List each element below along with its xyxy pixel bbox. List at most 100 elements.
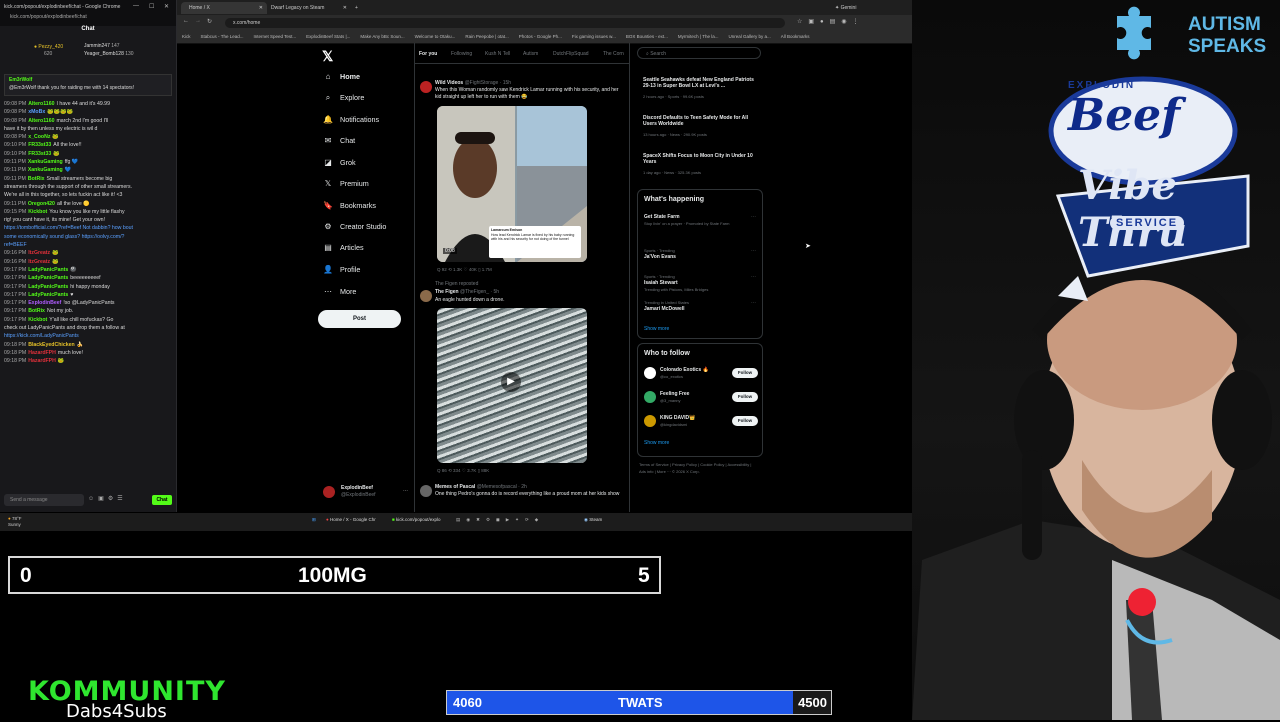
follow-button[interactable]: Follow — [732, 416, 758, 426]
taskbar-pinned-icons[interactable]: ▤◉✖⚙◼▶✦⟳◆ — [456, 517, 544, 523]
bookmark-item[interactable]: Stabcus - The Lead... — [201, 34, 244, 39]
message-username[interactable]: ExplodinBeef — [28, 300, 61, 306]
feed-tab[interactable]: For you — [419, 51, 437, 57]
follow-button[interactable]: Follow — [732, 392, 758, 402]
nav-grok[interactable]: ◪ Grok — [322, 158, 355, 167]
tab-home-x[interactable]: Home / X ✕ — [181, 2, 267, 14]
message-username[interactable]: XankuGaming — [28, 167, 63, 173]
show-more-link[interactable]: Show more — [644, 326, 669, 332]
nav-notifications[interactable]: 🔔 Notifications — [322, 115, 379, 124]
users-icon[interactable]: ☰ — [117, 496, 126, 502]
bookmark-item[interactable]: Welcome to Otaku... — [415, 34, 456, 39]
trend-item[interactable]: Get State Farm — [644, 214, 680, 220]
message-username[interactable]: HazardFPH — [28, 358, 56, 364]
feed-tab[interactable]: DutchFlipSquad — [553, 51, 589, 57]
message-username[interactable]: Altero1160 — [28, 101, 54, 107]
message-username[interactable]: BlackEyedChicken — [28, 342, 74, 348]
chat-input[interactable]: Send a message — [4, 494, 84, 506]
x-logo-icon[interactable]: 𝕏 — [322, 48, 333, 65]
feed-tab[interactable]: Autism — [523, 51, 538, 57]
trend-more-icon[interactable]: ⋯ — [751, 248, 756, 254]
post-button[interactable]: Post — [318, 310, 401, 328]
more-icon[interactable]: ⋯ — [403, 488, 408, 494]
news-title[interactable]: Seattle Seahawks defeat New England Patr… — [643, 77, 755, 89]
post-actions[interactable]: Q 86 ⟲ 334 ♡ 3.7K ▯ 88K — [437, 468, 489, 474]
message-username[interactable]: HazardFPH — [28, 350, 56, 356]
message-username[interactable]: Kickbot — [28, 209, 47, 215]
trend-more-icon[interactable]: ⋯ — [751, 274, 756, 280]
nav-creator-studio[interactable]: ⚙ Creator Studio — [322, 222, 386, 231]
show-more-link[interactable]: Show more — [644, 440, 669, 446]
nav-bookmarks[interactable]: 🔖 Bookmarks — [322, 201, 376, 210]
bookmark-item[interactable]: Kick — [182, 34, 191, 39]
message-username[interactable]: FR33st33 — [28, 151, 51, 157]
gif-icon[interactable]: ▣ — [98, 496, 108, 502]
nav-premium[interactable]: 𝕏 Premium — [322, 179, 369, 188]
nav-more[interactable]: ⋯ More — [322, 287, 356, 296]
bookmark-item[interactable]: Myrmitech | The la... — [678, 34, 719, 39]
message-username[interactable]: ItzGreatz — [28, 259, 50, 265]
message-username[interactable]: Altero1160 — [28, 118, 54, 124]
bookmark-item[interactable]: Unreal Gallery by a... — [728, 34, 770, 39]
follow-button[interactable]: Follow — [732, 368, 758, 378]
message-username[interactable]: Oregon420 — [28, 201, 55, 207]
follow-suggestion[interactable]: Feeling Free @3_manny Follow — [644, 390, 758, 408]
gemini-button[interactable]: ✦ Gemini — [827, 2, 875, 14]
taskbar-app-chrome-kick[interactable]: ■ kick.com/popout/explo — [392, 517, 441, 522]
message-username[interactable]: LadyPanicPants — [28, 292, 68, 298]
message-username[interactable]: x_CooNz — [28, 134, 50, 140]
nav-home[interactable]: ⌂ Home — [322, 72, 360, 81]
message-username[interactable]: xMoBx — [28, 109, 45, 115]
bookmark-item[interactable]: All Bookmarks — [781, 34, 810, 39]
feed-tab[interactable]: The Corn — [603, 51, 624, 57]
message-username[interactable]: ItzGreatz — [28, 250, 50, 256]
message-username[interactable]: LadyPanicPants — [28, 275, 68, 281]
trend-item[interactable]: Ja'Von Evans — [644, 254, 676, 260]
nav-chat[interactable]: ✉ Chat — [322, 136, 356, 145]
windows-start-icon[interactable]: ⊞ — [312, 517, 316, 523]
feed-tab[interactable]: Kush N Tell — [485, 51, 510, 57]
close-icon[interactable]: ✕ — [164, 3, 169, 10]
reload-icon[interactable]: ↻ — [207, 18, 212, 25]
back-icon[interactable]: ← — [183, 18, 189, 24]
taskbar-app-chrome-x[interactable]: ● Home / X - Google Chr — [326, 517, 376, 522]
nav-articles[interactable]: ▤ Articles — [322, 243, 363, 252]
follow-suggestion[interactable]: Colorado Exotics 🔥 @co_exotics Follow — [644, 366, 758, 384]
message-username[interactable]: LadyPanicPants — [28, 267, 68, 273]
bookmark-item[interactable]: Make Any bBc Soun... — [360, 34, 404, 39]
forward-icon[interactable]: → — [195, 18, 201, 24]
bookmark-item[interactable]: BOX Bounties - ext... — [626, 34, 668, 39]
weather-widget[interactable]: ● 78°F Sunny — [8, 516, 22, 528]
news-title[interactable]: SpaceX Shifts Focus to Moon City in Unde… — [643, 153, 755, 165]
trend-item[interactable]: Isaiah Stewart — [644, 280, 678, 286]
post-memes-of-pascal[interactable]: Memes of Pascal @Memesofpascal · 2h One … — [415, 479, 629, 512]
post-wild-videos[interactable]: Wild Videos @FightStorage · 15h When thi… — [415, 75, 629, 280]
post-author[interactable]: The Figen — [435, 289, 459, 295]
new-tab-button[interactable]: + — [347, 2, 365, 14]
leader-1[interactable]: ● Pezzy_420 — [34, 44, 63, 50]
extension-icons[interactable]: ☆▣●▤◉⋮ — [797, 18, 865, 25]
trend-more-icon[interactable]: ⋯ — [751, 214, 756, 220]
message-username[interactable]: FR33st33 — [28, 142, 51, 148]
maximize-icon[interactable]: ☐ — [149, 3, 154, 10]
bookmark-item[interactable]: Internet Speed Test... — [253, 34, 296, 39]
follow-suggestion[interactable]: KING DAVID👑 @kingdavidsmi Follow — [644, 414, 758, 432]
taskbar-app-steam[interactable]: ◉ Steam — [584, 517, 602, 523]
post-video[interactable]: ▶ — [437, 308, 587, 463]
message-username[interactable]: BotRix — [28, 308, 45, 314]
pinned-message[interactable]: Em3rWolf @Em3rWolf thank you for raiding… — [4, 74, 172, 96]
minimize-icon[interactable]: — — [133, 3, 139, 9]
leader-3[interactable]: Yeager_Bomb128 130 — [84, 51, 134, 57]
bookmark-item[interactable]: Fix gaming issues w... — [572, 34, 616, 39]
message-username[interactable]: BotRix — [28, 176, 45, 182]
search-input[interactable]: ⌕ Search — [637, 47, 761, 59]
message-username[interactable]: XankuGaming — [28, 159, 63, 165]
tab-steam[interactable]: Dwarf Legacy on Steam ✕ — [263, 2, 351, 14]
bookmark-item[interactable]: Photos - Google Ph... — [519, 34, 562, 39]
play-icon[interactable]: ▶ — [501, 372, 521, 392]
post-the-figen[interactable]: The Figen reposted The Figen @TheFigen_ … — [415, 280, 629, 475]
trend-item[interactable]: Jamari McDowell — [644, 306, 685, 312]
bookmark-item[interactable]: ExplodinBeef Stats |... — [306, 34, 350, 39]
feed-tab[interactable]: Following — [451, 51, 472, 57]
post-actions[interactable]: Q 92 ⟲ 1.3K ♡ 40K ▯ 1.7M — [437, 267, 492, 273]
